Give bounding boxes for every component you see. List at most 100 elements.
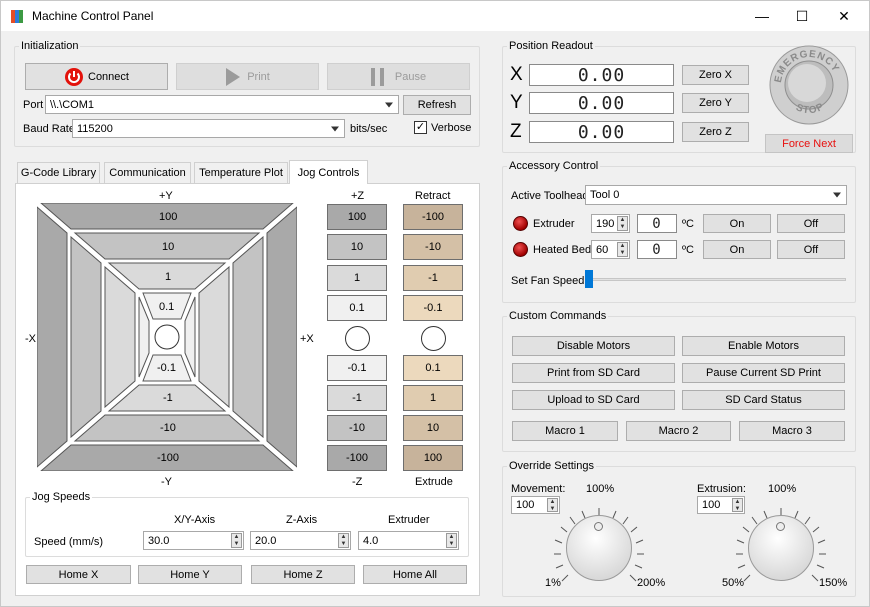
spin-arrows-icon[interactable]: ▲ ▼ [446,533,457,548]
extruder-on-button[interactable]: On [703,214,771,233]
macro-3-button[interactable]: Macro 3 [739,421,845,441]
baud-rate-label: Baud Rate [23,123,75,135]
plus-y-label: +Y [159,190,173,202]
spin-arrows-icon[interactable]: ▲ ▼ [231,533,242,548]
sd-card-status-button[interactable]: SD Card Status [682,390,845,410]
bed-unit-label: ºC [682,244,694,256]
spin-arrows-icon[interactable]: ▲ ▼ [617,216,628,231]
jog-z-minus-100[interactable]: -100 [327,445,387,471]
spin-arrows-icon[interactable]: ▲ ▼ [617,242,628,257]
home-y-button[interactable]: Home Y [138,565,242,584]
emergency-stop-button[interactable]: EMERGENCY STOP [767,41,851,125]
jog-e-plus-100[interactable]: 100 [403,445,463,471]
tab-temperature-plot[interactable]: Temperature Plot [194,162,288,183]
enable-motors-button[interactable]: Enable Motors [682,336,845,356]
jog-e-minus-0.1[interactable]: -0.1 [403,295,463,321]
extrusion-dial[interactable] [748,515,814,581]
jog-x-plus-0.1[interactable] [184,296,196,378]
speed-row-label: Speed (mm/s) [34,536,104,548]
verbose-checkbox[interactable]: ✓ [414,121,427,134]
movement-max-label: 200% [637,577,666,589]
home-all-button[interactable]: Home All [363,565,467,584]
zero-z-button[interactable]: Zero Z [682,122,749,142]
dial-indicator [594,522,603,531]
jog-x-plus-100[interactable] [266,206,297,468]
maximize-button[interactable]: ☐ [779,1,825,31]
port-select[interactable]: \\.\COM1 [45,95,399,114]
xy-label-plus-10: 10 [162,241,175,253]
jog-z-plus-1[interactable]: 1 [327,265,387,291]
zero-x-button[interactable]: Zero X [682,65,749,85]
jog-x-minus-0.1[interactable] [138,296,150,378]
close-button[interactable]: ✕ [821,1,867,31]
force-next-button[interactable]: Force Next [765,134,853,153]
port-value: \\.\COM1 [50,98,95,111]
jog-z-minus-0.1[interactable]: -0.1 [327,355,387,381]
bed-off-button[interactable]: Off [777,240,845,259]
jog-x-minus-10[interactable] [70,235,102,439]
jog-z-plus-100[interactable]: 100 [327,204,387,230]
pause-button[interactable]: Pause [327,63,470,90]
disable-motors-button[interactable]: Disable Motors [512,336,675,356]
verbose-label: Verbose [431,122,472,134]
extruder-setpoint-value: 190 [596,217,615,230]
home-z-button[interactable]: Home Z [251,565,355,584]
fan-speed-slider-handle[interactable] [585,270,593,288]
print-button[interactable]: Print [176,63,319,90]
extruder-speed-value: 4.0 [363,534,379,547]
print-from-sd-button[interactable]: Print from SD Card [512,363,675,383]
jog-z-plus-0.1[interactable]: 0.1 [327,295,387,321]
upload-to-sd-button[interactable]: Upload to SD Card [512,390,675,410]
xy-home-circle[interactable] [154,324,180,350]
z-axis-label: Z [510,121,522,142]
macro-2-button[interactable]: Macro 2 [626,421,731,441]
z-speed-input[interactable]: 20.0 ▲ ▼ [250,531,351,550]
jog-e-plus-0.1[interactable]: 0.1 [403,355,463,381]
chevron-down-icon [833,192,841,198]
jog-e-plus-1[interactable]: 1 [403,385,463,411]
extrude-label: Extrude [415,476,453,488]
bed-setpoint-input[interactable]: 60 ▲ ▼ [591,240,630,259]
refresh-button[interactable]: Refresh [403,95,471,115]
jog-x-minus-1[interactable] [104,265,136,409]
movement-input[interactable]: 100 ▲ ▼ [511,496,560,514]
movement-dial[interactable] [566,515,632,581]
jog-e-minus-1[interactable]: -1 [403,265,463,291]
jog-e-minus-10[interactable]: -10 [403,234,463,260]
tab-gcode-library[interactable]: G-Code Library [17,162,100,183]
zero-y-button[interactable]: Zero Y [682,93,749,113]
jog-z-minus-1[interactable]: -1 [327,385,387,411]
bed-on-button[interactable]: On [703,240,771,259]
baud-rate-select[interactable]: 115200 [72,119,345,138]
xy-speed-value: 30.0 [148,534,170,547]
toolhead-value: Tool 0 [590,189,620,201]
jog-z-plus-10[interactable]: 10 [327,234,387,260]
z-home-circle[interactable] [345,326,370,351]
spin-arrows-icon[interactable]: ▲ ▼ [338,533,349,548]
tab-communication[interactable]: Communication [104,162,191,183]
extruder-off-button[interactable]: Off [777,214,845,233]
jog-e-minus-100[interactable]: -100 [403,204,463,230]
jog-x-plus-10[interactable] [232,235,264,439]
jog-e-plus-10[interactable]: 10 [403,415,463,441]
extruder-speed-input[interactable]: 4.0 ▲ ▼ [358,531,459,550]
extruder-status-led [513,216,528,231]
e-home-circle[interactable] [421,326,446,351]
macro-1-button[interactable]: Macro 1 [512,421,618,441]
tab-jog-controls[interactable]: Jog Controls [289,160,368,184]
xy-speed-input[interactable]: 30.0 ▲ ▼ [143,531,244,550]
movement-value: 100 [516,499,535,511]
override-settings-legend: Override Settings [509,460,594,472]
xy-label-plus-0.1: 0.1 [159,301,175,313]
home-x-button[interactable]: Home X [26,565,131,584]
extruder-header: Extruder [388,514,430,526]
jog-z-minus-10[interactable]: -10 [327,415,387,441]
extruder-setpoint-input[interactable]: 190 ▲ ▼ [591,214,630,233]
z-speed-value: 20.0 [255,534,277,547]
jog-x-plus-1[interactable] [198,265,230,409]
jog-x-minus-100[interactable] [37,206,68,468]
extrusion-min-label: 50% [722,577,745,589]
connect-button[interactable]: Connect [25,63,168,90]
toolhead-select[interactable]: Tool 0 [585,185,847,205]
pause-sd-print-button[interactable]: Pause Current SD Print [682,363,845,383]
